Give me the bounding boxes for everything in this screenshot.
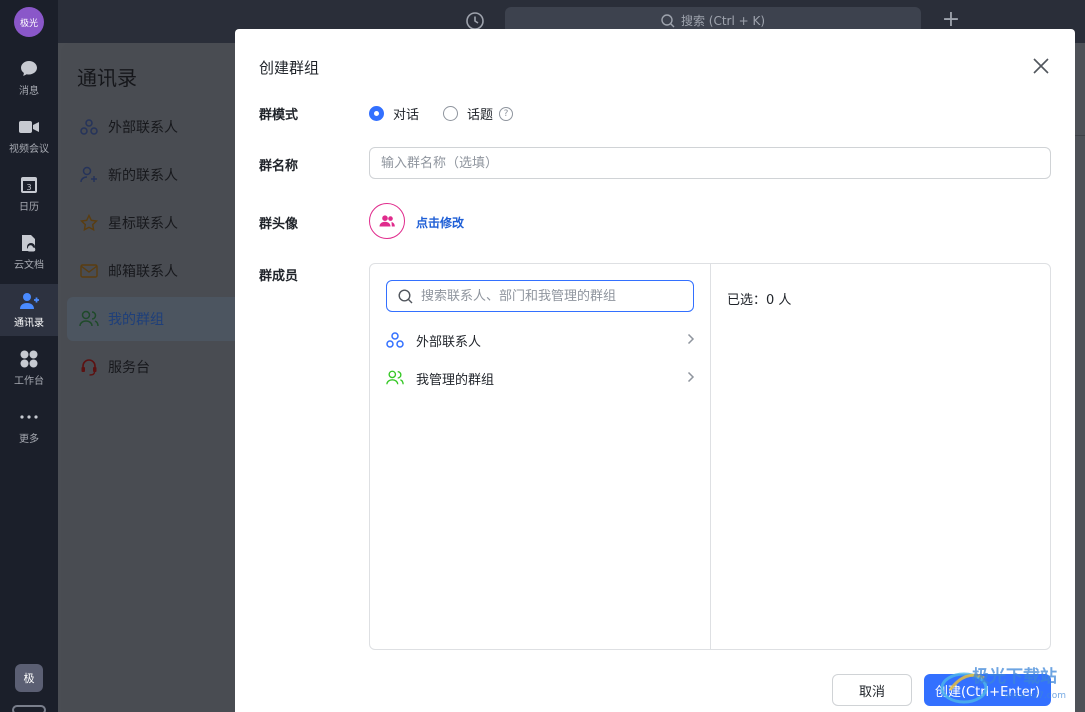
rail-item-contacts[interactable]: 通讯录 bbox=[0, 284, 58, 336]
contacts-item-label: 新的联系人 bbox=[108, 168, 178, 184]
group-name-input[interactable] bbox=[369, 147, 1051, 179]
mail-icon bbox=[79, 261, 99, 281]
headset-icon bbox=[79, 357, 99, 377]
external-contacts-icon bbox=[79, 117, 99, 137]
group-avatar[interactable] bbox=[369, 203, 405, 239]
group-avatar-icon bbox=[379, 215, 395, 227]
add-contact-icon bbox=[79, 165, 99, 185]
member-source-pane: 外部联系人 我管理的群组 bbox=[370, 264, 711, 649]
contacts-item-starred[interactable]: 星标联系人 bbox=[67, 201, 241, 245]
rail-item-messages[interactable]: 消息 bbox=[0, 52, 58, 104]
member-source-external[interactable]: 外部联系人 bbox=[370, 321, 711, 359]
rail-item-calendar[interactable]: 3 日历 bbox=[0, 168, 58, 220]
member-source-label: 外部联系人 bbox=[416, 334, 482, 350]
rail-label: 日历 bbox=[19, 201, 39, 213]
nav-rail: 极光 消息 视频会议 3 日历 云文档 通讯录 工作台 更多 极 bbox=[0, 0, 58, 712]
group-avatar-label: 群头像 bbox=[259, 217, 299, 232]
create-button[interactable]: 创建(Ctrl+Enter) bbox=[924, 674, 1051, 706]
mode-option-chat[interactable]: 对话 bbox=[369, 104, 419, 123]
video-camera-icon bbox=[19, 118, 39, 136]
contacts-item-external[interactable]: 外部联系人 bbox=[67, 105, 241, 149]
selected-count: 已选：0 人 bbox=[727, 293, 792, 308]
contacts-item-label: 服务台 bbox=[108, 360, 150, 376]
star-icon bbox=[79, 213, 99, 233]
close-icon bbox=[1033, 58, 1049, 74]
rail-label: 视频会议 bbox=[9, 143, 49, 155]
contacts-title: 通讯录 bbox=[77, 66, 137, 90]
change-avatar-link[interactable]: 点击修改 bbox=[416, 214, 464, 231]
mode-option-topic[interactable]: 话题 bbox=[443, 104, 493, 123]
radio-indicator bbox=[443, 106, 459, 121]
contacts-item-mail[interactable]: 邮箱联系人 bbox=[67, 249, 241, 293]
dialog-title: 创建群组 bbox=[259, 59, 320, 77]
contacts-item-new[interactable]: 新的联系人 bbox=[67, 153, 241, 197]
contacts-icon bbox=[19, 292, 39, 310]
group-name-label: 群名称 bbox=[259, 159, 299, 174]
group-mode-label: 群模式 bbox=[259, 108, 299, 123]
rail-bottom-control[interactable] bbox=[12, 705, 46, 712]
global-search-placeholder: 搜索 (Ctrl + K) bbox=[680, 14, 766, 28]
external-contacts-icon bbox=[386, 331, 404, 349]
rail-label: 工作台 bbox=[14, 375, 44, 387]
close-button[interactable] bbox=[1029, 54, 1053, 78]
rail-label: 消息 bbox=[19, 85, 39, 97]
member-source-label: 我管理的群组 bbox=[416, 372, 495, 388]
rail-item-more[interactable]: 更多 bbox=[0, 400, 58, 452]
rail-label: 更多 bbox=[19, 433, 39, 445]
rail-item-cloud-docs[interactable]: 云文档 bbox=[0, 226, 58, 278]
rail-item-workbench[interactable]: 工作台 bbox=[0, 342, 58, 394]
group-icon bbox=[386, 369, 404, 387]
help-icon[interactable]: ? bbox=[499, 106, 514, 121]
cancel-button[interactable]: 取消 bbox=[832, 674, 912, 706]
rail-label: 通讯录 bbox=[14, 317, 44, 329]
mode-option-label: 对话 bbox=[393, 108, 420, 123]
contacts-panel: 通讯录 外部联系人 新的联系人 星标联系人 邮箱联系人 我的群组 服务台 bbox=[61, 43, 241, 712]
mode-option-label: 话题 bbox=[467, 108, 494, 123]
chevron-right-icon bbox=[687, 371, 695, 383]
chat-bubble-icon bbox=[19, 60, 39, 78]
contacts-item-service-desk[interactable]: 服务台 bbox=[67, 345, 241, 389]
contacts-item-my-groups[interactable]: 我的群组 bbox=[67, 297, 241, 341]
plus-icon[interactable]: + bbox=[940, 9, 962, 31]
rail-item-video[interactable]: 视频会议 bbox=[0, 110, 58, 162]
background-panel-edge bbox=[1075, 43, 1085, 712]
member-search-input[interactable] bbox=[421, 288, 681, 304]
contacts-item-label: 邮箱联系人 bbox=[108, 264, 178, 280]
member-source-my-groups[interactable]: 我管理的群组 bbox=[370, 359, 711, 397]
org-avatar[interactable]: 极 bbox=[15, 664, 43, 692]
group-icon bbox=[79, 309, 99, 329]
contacts-item-label: 星标联系人 bbox=[108, 216, 178, 232]
contacts-item-label: 外部联系人 bbox=[108, 120, 178, 136]
svg-text:3: 3 bbox=[26, 183, 31, 192]
more-dots-icon bbox=[19, 408, 39, 426]
chevron-right-icon bbox=[687, 333, 695, 345]
rail-label: 云文档 bbox=[14, 259, 44, 271]
calendar-icon: 3 bbox=[19, 176, 39, 194]
group-members-label: 群成员 bbox=[259, 269, 299, 284]
search-icon bbox=[661, 13, 675, 27]
member-search-box[interactable] bbox=[386, 280, 694, 312]
grid-apps-icon bbox=[19, 350, 39, 368]
contacts-item-label: 我的群组 bbox=[108, 312, 164, 328]
user-avatar[interactable]: 极光 bbox=[14, 7, 44, 37]
create-group-dialog: 创建群组 群模式 对话 话题 ? 群名称 群头像 点击修改 群成员 bbox=[235, 29, 1075, 712]
group-mode-radio-group: 对话 话题 ? bbox=[369, 104, 514, 123]
member-picker: 外部联系人 我管理的群组 已选：0 人 bbox=[369, 263, 1051, 650]
search-icon bbox=[398, 288, 413, 303]
radio-checked-indicator bbox=[369, 106, 384, 121]
cloud-doc-icon bbox=[19, 234, 39, 252]
